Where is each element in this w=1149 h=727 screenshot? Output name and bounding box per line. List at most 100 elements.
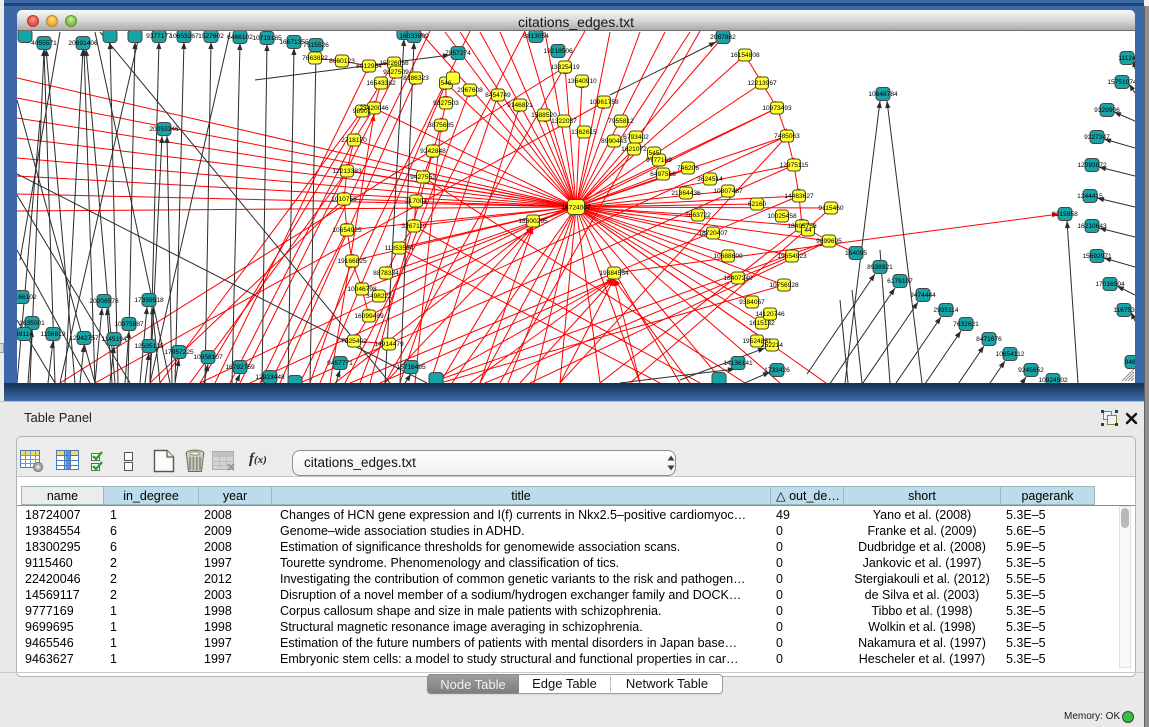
svg-text:746206: 746206 [677, 165, 699, 172]
svg-text:16154808: 16154808 [730, 52, 760, 59]
svg-text:164095: 164095 [845, 250, 867, 257]
svg-text:10653267: 10653267 [169, 33, 199, 40]
svg-text:8186323: 8186323 [403, 75, 429, 82]
svg-text:10025458: 10025458 [767, 213, 797, 220]
svg-text:7625402: 7625402 [341, 338, 367, 345]
svg-text:6793402: 6793402 [623, 134, 649, 141]
svg-text:6466102: 6466102 [227, 34, 253, 41]
svg-text:14914479: 14914479 [374, 341, 404, 348]
svg-text:7632621: 7632621 [953, 321, 979, 328]
svg-text:8660123: 8660123 [329, 58, 355, 65]
svg-text:9777169: 9777169 [646, 157, 672, 164]
svg-text:252214: 252214 [761, 342, 783, 349]
svg-text:9146821: 9146821 [507, 102, 533, 109]
svg-text:16099489: 16099489 [354, 313, 384, 320]
svg-text:9242848: 9242848 [420, 148, 446, 155]
svg-text:15716485: 15716485 [396, 364, 426, 371]
svg-text:9227347: 9227347 [1084, 134, 1110, 141]
svg-text:7857274: 7857274 [445, 50, 471, 57]
svg-text:10973493: 10973493 [762, 105, 792, 112]
svg-text:8938921: 8938921 [867, 264, 893, 271]
svg-text:9245652: 9245652 [1018, 367, 1044, 374]
svg-text:14120746: 14120746 [755, 311, 785, 318]
svg-text:20206576: 20206576 [89, 298, 119, 305]
svg-text:18495758: 18495758 [787, 223, 817, 230]
svg-text:10654925: 10654925 [332, 227, 362, 234]
svg-text:19218506: 19218506 [543, 48, 573, 55]
svg-text:7515526: 7515526 [303, 42, 329, 49]
svg-text:9327503: 9327503 [433, 100, 459, 107]
svg-text:16210643: 16210643 [1077, 223, 1107, 230]
svg-text:18300295: 18300295 [518, 218, 548, 225]
svg-text:12213383: 12213383 [332, 168, 362, 175]
svg-text:2935114: 2935114 [933, 307, 959, 314]
svg-text:13640910: 13640910 [567, 78, 597, 85]
svg-text:2967608: 2967608 [457, 87, 483, 94]
svg-text:16033809: 16033809 [399, 33, 429, 40]
svg-text:4055571: 4055571 [31, 40, 57, 47]
svg-text:7863722: 7863722 [685, 212, 711, 219]
svg-text:10958107: 10958107 [193, 354, 223, 361]
svg-text:20053346: 20053346 [149, 126, 179, 133]
svg-text:12923448: 12923448 [255, 374, 285, 381]
svg-text:116753: 116753 [1113, 307, 1135, 314]
svg-text:7663822: 7663822 [302, 55, 328, 62]
svg-text:17957225: 17957225 [164, 349, 194, 356]
svg-text:3498222: 3498222 [366, 293, 392, 300]
svg-text:15692971: 15692971 [1082, 253, 1112, 260]
svg-text:16782759: 16782759 [225, 364, 255, 371]
svg-text:10756928: 10756928 [769, 282, 799, 289]
svg-text:26166102: 26166102 [17, 294, 37, 301]
svg-text:3624514: 3624514 [697, 176, 723, 183]
svg-text:1322037: 1322037 [551, 118, 577, 125]
svg-text:10975887: 10975887 [114, 321, 144, 328]
svg-text:17359918: 17359918 [134, 297, 164, 304]
svg-text:6497568: 6497568 [650, 171, 676, 178]
svg-text:7955812: 7955812 [608, 118, 634, 125]
svg-text:13325419: 13325419 [550, 64, 580, 71]
svg-text:9699695: 9699695 [816, 238, 842, 245]
svg-text:11124: 11124 [1118, 55, 1135, 62]
svg-text:12975115: 12975115 [780, 162, 809, 169]
svg-text:17016504: 17016504 [1095, 281, 1125, 288]
svg-text:12093872: 12093872 [1077, 162, 1107, 169]
svg-text:12942757: 12942757 [69, 335, 99, 342]
svg-text:1527602: 1527602 [198, 33, 224, 40]
svg-text:10688609: 10688609 [713, 253, 743, 260]
svg-text:545: 545 [648, 150, 659, 157]
svg-text:8912954: 8912954 [356, 63, 382, 70]
svg-text:9474444: 9474444 [910, 292, 936, 299]
svg-text:19166825: 19166825 [337, 258, 367, 265]
svg-text:19654923: 19654923 [777, 253, 807, 260]
svg-text:1010755: 1010755 [331, 196, 357, 203]
svg-text:8471676: 8471676 [976, 336, 1002, 343]
svg-text:1145194: 1145194 [101, 336, 127, 343]
svg-text:8878334: 8878334 [373, 270, 399, 277]
svg-text:62160: 62160 [748, 201, 767, 208]
svg-text:1615132: 1615132 [749, 320, 775, 327]
svg-text:15226058: 15226058 [379, 60, 409, 67]
svg-text:1362615: 1362615 [571, 129, 597, 136]
svg-text:1156819: 1156819 [40, 331, 66, 338]
svg-text:14463627: 14463627 [784, 193, 814, 200]
svg-text:9485: 9485 [1125, 359, 1135, 366]
svg-text:9427552: 9427552 [410, 174, 436, 181]
svg-text:1733426: 1733426 [764, 367, 790, 374]
svg-text:1621072: 1621072 [621, 146, 647, 153]
svg-text:6179197: 6179197 [887, 278, 913, 285]
svg-text:10046798: 10046798 [347, 286, 377, 293]
svg-text:16543382: 16543382 [366, 80, 396, 87]
svg-text:14136141: 14136141 [723, 360, 753, 367]
svg-text:11353594: 11353594 [385, 245, 414, 252]
svg-text:44: 44 [804, 227, 812, 234]
svg-text:10807487: 10807487 [713, 188, 743, 195]
svg-text:9329906: 9329906 [1094, 107, 1120, 114]
svg-text:1635001: 1635001 [19, 320, 45, 327]
svg-text:10924502: 10924502 [1038, 377, 1068, 383]
svg-text:21364436: 21364436 [671, 190, 701, 197]
svg-text:217001: 217001 [405, 198, 427, 205]
svg-text:9115460: 9115460 [818, 205, 844, 212]
svg-text:10961758: 10961758 [589, 99, 619, 106]
svg-text:3875685: 3875685 [428, 122, 454, 129]
svg-text:1244415: 1244415 [1077, 193, 1103, 200]
